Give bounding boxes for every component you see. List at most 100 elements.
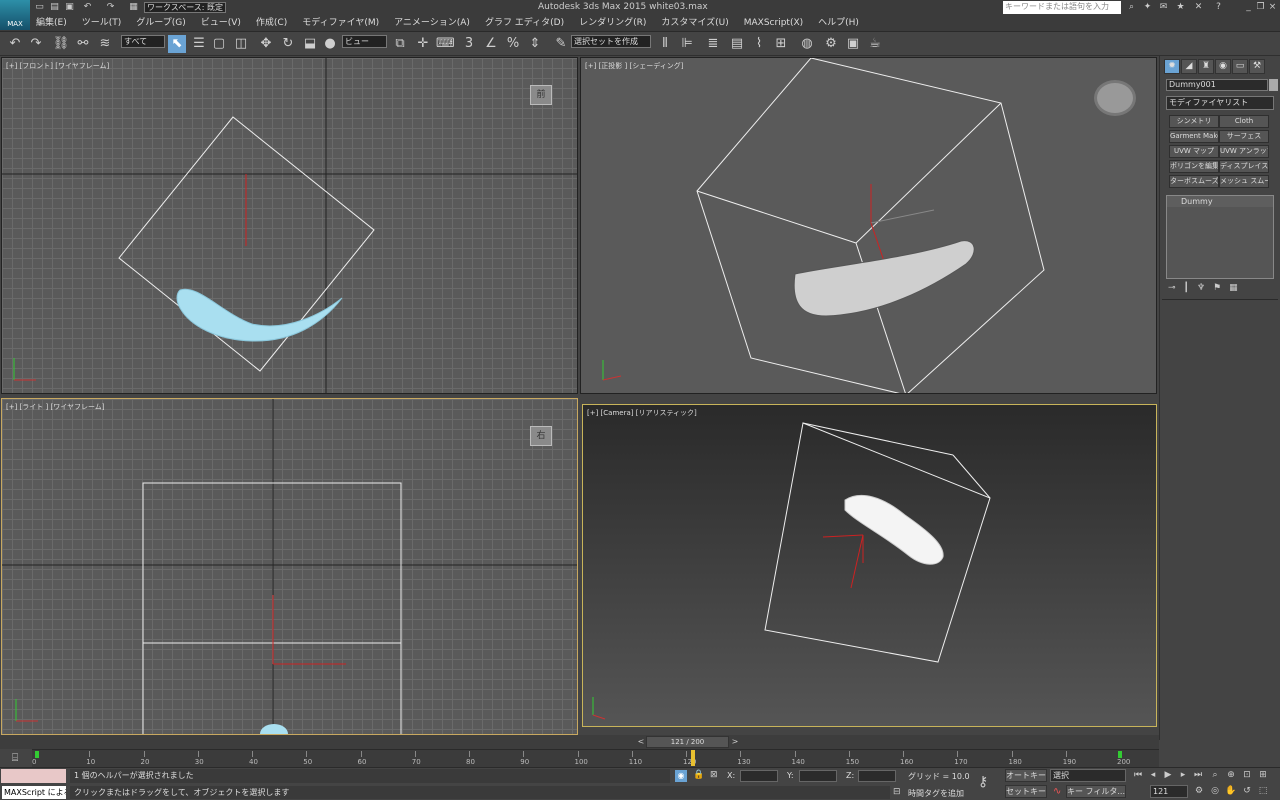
menu-graph-editors[interactable]: グラフ エディタ(D) <box>485 15 564 31</box>
communication-icon[interactable]: ✉ <box>1158 2 1169 13</box>
rendered-frame-window-icon[interactable]: ▣ <box>844 35 862 53</box>
add-time-tag[interactable]: 時間タグを追加 <box>908 788 964 799</box>
menu-animation[interactable]: アニメーション(A) <box>394 15 470 31</box>
align-icon[interactable]: ⊫ <box>678 35 696 53</box>
time-slider[interactable]: 121 / 200 <box>646 736 729 748</box>
curve-editor-icon[interactable]: ⌇ <box>750 35 768 53</box>
next-key-icon[interactable]: ▸ <box>1176 769 1190 782</box>
percent-snap-icon[interactable]: % <box>504 35 522 53</box>
material-editor-icon[interactable]: ◍ <box>798 35 816 53</box>
select-move-icon[interactable]: ✥ <box>257 35 275 53</box>
viewport-front[interactable]: [+] [フロント] [ワイヤフレーム] 前 <box>1 57 578 394</box>
close-icon[interactable]: × <box>1267 2 1278 13</box>
go-to-start-icon[interactable]: ⏮ <box>1131 769 1145 782</box>
modifier-stack[interactable]: Dummy <box>1166 195 1274 279</box>
viewport-camera[interactable]: [+] [Camera] [リアリスティック] <box>582 404 1157 727</box>
pan-view-icon[interactable]: ✋ <box>1224 785 1238 798</box>
modifier-button-displace[interactable]: ディスプレイス <box>1219 160 1269 173</box>
redo-icon[interactable]: ↷ <box>105 2 116 13</box>
viewcube[interactable]: 右 <box>530 426 552 446</box>
subscription-icon[interactable]: ✦ <box>1142 2 1153 13</box>
maximize-viewport-icon[interactable]: ⬚ <box>1256 785 1270 798</box>
menu-view[interactable]: ビュー(V) <box>201 15 241 31</box>
track-bar[interactable]: 0 10 20 30 40 50 60 70 80 90 100 110 120 130 140 150 160… <box>32 749 1159 767</box>
utilities-tab-icon[interactable]: ⚒ <box>1249 59 1265 74</box>
viewport-label[interactable]: [+] [フロント] [ワイヤフレーム] <box>6 61 109 71</box>
named-selection-sets-dropdown[interactable]: 選択セットを作成 <box>571 35 651 48</box>
zoom-icon[interactable]: ⌕ <box>1208 769 1222 782</box>
unlink-icon[interactable]: ⚯ <box>74 35 92 53</box>
select-place-icon[interactable]: ● <box>321 35 339 53</box>
window-crossing-icon[interactable]: ◫ <box>232 35 250 53</box>
rectangular-selection-icon[interactable]: ▢ <box>210 35 228 53</box>
time-tag-icon[interactable]: ⊟ <box>893 787 901 797</box>
menu-create[interactable]: 作成(C) <box>256 15 287 31</box>
menu-edit[interactable]: 編集(E) <box>36 15 67 31</box>
mirror-icon[interactable]: ⫴ <box>656 35 674 53</box>
project-folder-icon[interactable]: ▦ <box>128 2 139 13</box>
display-tab-icon[interactable]: ▭ <box>1232 59 1248 74</box>
exchange-icon[interactable]: ✕ <box>1193 2 1204 13</box>
zoom-extents-icon[interactable]: ⊡ <box>1240 769 1254 782</box>
hierarchy-tab-icon[interactable]: ♜ <box>1198 59 1214 74</box>
stack-controls[interactable]: ⊸┃♆⚑▦ <box>1168 283 1246 293</box>
help-icon[interactable]: ? <box>1213 2 1224 13</box>
render-setup-icon[interactable]: ⚙ <box>822 35 840 53</box>
current-frame-input[interactable]: 121 <box>1150 785 1188 798</box>
motion-tab-icon[interactable]: ◉ <box>1215 59 1231 74</box>
select-by-name-icon[interactable]: ☰ <box>190 35 208 53</box>
render-production-icon[interactable]: ☕ <box>866 35 884 53</box>
keyframe-start[interactable] <box>35 751 39 758</box>
viewcube[interactable]: 前 <box>530 85 552 105</box>
previous-frame-icon[interactable]: < <box>636 736 646 747</box>
menu-maxscript[interactable]: MAXScript(X) <box>744 15 803 31</box>
keyboard-shortcut-override-icon[interactable]: ⌨ <box>436 35 455 53</box>
set-key-icon[interactable]: ⚷ <box>978 774 988 790</box>
workspace-dropdown[interactable]: ワークスペース: 既定 <box>144 2 226 13</box>
zoom-all-icon[interactable]: ⊕ <box>1224 769 1238 782</box>
open-file-icon[interactable]: ▤ <box>49 2 60 13</box>
search-icon[interactable]: ⌕ <box>1126 2 1137 13</box>
selection-filter-dropdown[interactable]: すべて <box>121 35 165 48</box>
previous-key-icon[interactable]: ◂ <box>1146 769 1160 782</box>
menu-customize[interactable]: カスタマイズ(U) <box>661 15 728 31</box>
key-mode-dropdown[interactable]: 選択 <box>1050 769 1126 782</box>
redo-icon[interactable]: ↷ <box>27 35 45 53</box>
keyframe-end[interactable] <box>1118 751 1122 758</box>
maxscript-listener-pink[interactable] <box>1 769 66 783</box>
viewcube[interactable] <box>1094 80 1136 116</box>
pivot-center-icon[interactable]: ⧉ <box>391 35 409 53</box>
angle-snap-icon[interactable]: ∠ <box>482 35 500 53</box>
select-manipulate-icon[interactable]: ✛ <box>414 35 432 53</box>
new-file-icon[interactable]: ▭ <box>34 2 45 13</box>
schematic-view-icon[interactable]: ⊞ <box>772 35 790 53</box>
mini-curve-editor-icon[interactable]: ⌸ <box>5 751 25 765</box>
modifier-button-unwrap-uvw[interactable]: UVW アンラップ <box>1219 145 1269 158</box>
set-key-button[interactable]: セットキー <box>1005 785 1047 798</box>
stack-item[interactable]: Dummy <box>1167 196 1273 207</box>
auto-key-button[interactable]: オートキー <box>1005 769 1047 782</box>
absolute-mode-icon[interactable]: ⊠ <box>710 770 718 780</box>
modifier-button-edit-poly[interactable]: ポリゴンを編集 <box>1169 160 1219 173</box>
x-coordinate-input[interactable] <box>740 770 778 782</box>
current-frame-marker[interactable] <box>691 750 695 766</box>
app-logo-button[interactable]: MAX <box>0 0 30 30</box>
y-coordinate-input[interactable] <box>799 770 837 782</box>
modifier-button-cloth[interactable]: Cloth <box>1219 115 1269 128</box>
bind-space-warp-icon[interactable]: ≋ <box>96 35 114 53</box>
key-filters-button[interactable]: キー フィルタ... <box>1066 785 1126 798</box>
menu-modifiers[interactable]: モディファイヤ(M) <box>302 15 379 31</box>
orbit-icon[interactable]: ↺ <box>1240 785 1254 798</box>
viewport-label[interactable]: [+] [正投影 ] [シェーディング] <box>585 61 683 71</box>
viewport-orthographic[interactable]: [+] [正投影 ] [シェーディング] <box>580 57 1157 394</box>
undo-icon[interactable]: ↶ <box>6 35 24 53</box>
search-input[interactable]: キーワードまたは語句を入力 <box>1003 1 1121 14</box>
selection-lock-icon[interactable]: 🔒 <box>693 770 704 780</box>
object-name-input[interactable]: Dummy001 <box>1166 79 1268 91</box>
select-object-icon[interactable]: ⬉ <box>168 35 186 53</box>
modifier-button-uvw-map[interactable]: UVW マップ <box>1169 145 1219 158</box>
viewport-right[interactable]: [+] [ライト ] [ワイヤフレーム] 右 <box>1 398 578 735</box>
next-frame-icon[interactable]: > <box>730 736 740 747</box>
menu-group[interactable]: グループ(G) <box>136 15 185 31</box>
play-icon[interactable]: ▶ <box>1161 769 1175 782</box>
